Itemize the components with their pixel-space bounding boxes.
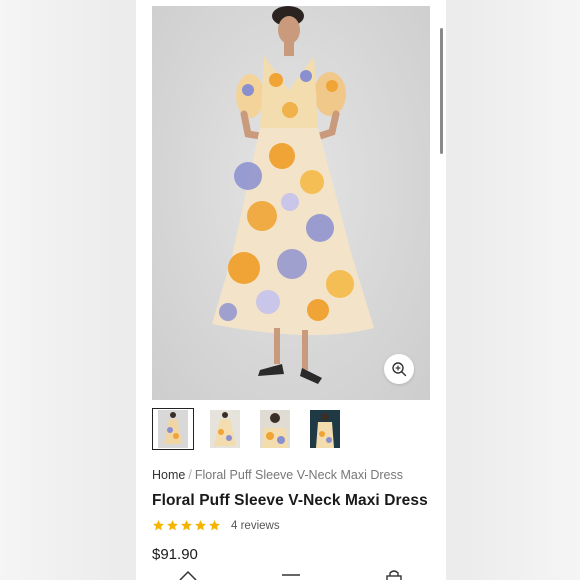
- thumbnail-image: [310, 410, 340, 448]
- star-icon: [167, 520, 178, 531]
- thumbnail-image: [210, 410, 240, 448]
- thumbnail-3[interactable]: [254, 408, 296, 450]
- star-icon: [195, 520, 206, 531]
- thumbnail-strip: [152, 408, 430, 450]
- product-title: Floral Puff Sleeve V-Neck Maxi Dress: [152, 492, 428, 509]
- thumbnail-image: [158, 410, 188, 448]
- star-icon: [181, 520, 192, 531]
- star-icon: [153, 520, 164, 531]
- breadcrumb-home-link[interactable]: Home: [152, 468, 185, 482]
- product-image[interactable]: [152, 6, 430, 400]
- scrollbar[interactable]: [440, 28, 443, 154]
- menu-icon[interactable]: [282, 573, 300, 579]
- product-page: Home / Floral Puff Sleeve V-Neck Maxi Dres…: [136, 0, 446, 580]
- thumbnail-1[interactable]: [152, 408, 194, 450]
- dress-model-illustration: [212, 6, 374, 384]
- product-price: $91.90: [152, 546, 198, 563]
- star-icon: [209, 520, 220, 531]
- reviews-link[interactable]: 4 reviews: [231, 520, 280, 532]
- home-icon[interactable]: [178, 570, 198, 580]
- breadcrumb-current: Floral Puff Sleeve V-Neck Maxi Dress: [194, 468, 404, 482]
- zoom-button[interactable]: [384, 354, 414, 384]
- breadcrumb-separator: /: [188, 468, 192, 482]
- product-rating[interactable]: 4 reviews: [152, 519, 280, 532]
- thumbnail-2[interactable]: [204, 408, 246, 450]
- thumbnail-4[interactable]: [304, 408, 346, 450]
- thumbnail-image: [260, 410, 290, 448]
- zoom-in-icon: [392, 362, 407, 377]
- breadcrumb: Home / Floral Puff Sleeve V-Neck Maxi Dres…: [152, 468, 403, 482]
- bag-icon[interactable]: [386, 570, 402, 580]
